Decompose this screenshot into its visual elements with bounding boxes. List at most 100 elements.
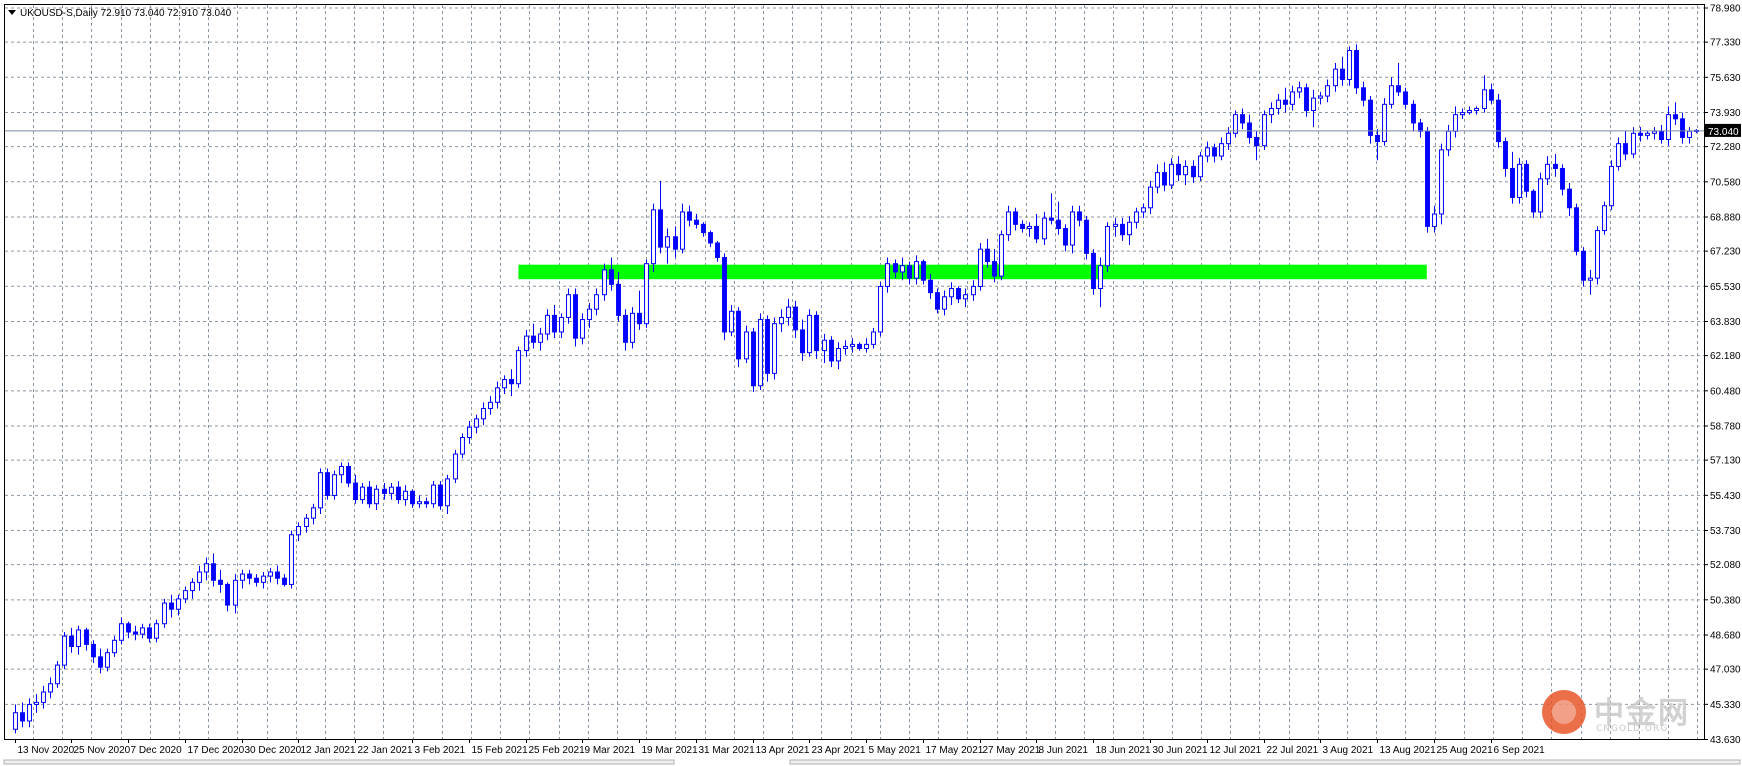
x-tick-label: 25 Feb 2021 bbox=[529, 745, 586, 756]
candle-body bbox=[1645, 132, 1650, 136]
candle-body bbox=[126, 623, 131, 633]
candle-body bbox=[1304, 87, 1309, 112]
candle-body bbox=[488, 401, 493, 410]
candle-body bbox=[1212, 147, 1217, 157]
x-tick-label: 30 Dec 2020 bbox=[245, 745, 302, 756]
candle-body bbox=[453, 453, 458, 480]
current-price-label: 73.040 bbox=[1708, 127, 1739, 138]
candle-body bbox=[304, 517, 309, 527]
candle-body bbox=[573, 294, 578, 339]
candle-body bbox=[84, 629, 89, 645]
candle-body bbox=[1105, 225, 1110, 267]
x-tick-label: 7 Dec 2020 bbox=[131, 745, 183, 756]
x-tick-label: 30 Jun 2021 bbox=[1153, 745, 1208, 756]
candle-body bbox=[105, 652, 110, 668]
candle-body bbox=[509, 379, 514, 385]
candle-body bbox=[211, 563, 216, 581]
candle-body bbox=[91, 643, 96, 658]
candle-body bbox=[1482, 89, 1487, 109]
x-tick-label: 25 Aug 2021 bbox=[1437, 745, 1494, 756]
candle-body bbox=[1049, 217, 1054, 221]
candle-body bbox=[1496, 99, 1501, 143]
candle-body bbox=[701, 223, 706, 234]
candle-body bbox=[162, 602, 167, 625]
candle-body bbox=[623, 314, 628, 343]
candle-body bbox=[949, 288, 954, 298]
candle-body bbox=[1283, 99, 1288, 105]
candle-body bbox=[1113, 223, 1118, 227]
y-tick-label: 55.430 bbox=[1710, 491, 1741, 502]
candle-body bbox=[765, 319, 770, 374]
candle-body bbox=[602, 269, 607, 296]
candle-body bbox=[807, 314, 812, 354]
candle-body bbox=[871, 331, 876, 345]
candle-body bbox=[133, 631, 138, 635]
candle-body bbox=[1680, 118, 1685, 138]
price-chart[interactable]: 78.980 77.330 75.630 73.930 72.280 70.580 68.8… bbox=[0, 0, 1742, 766]
candle-body bbox=[176, 598, 181, 610]
candle-body bbox=[1396, 85, 1401, 93]
y-tick-label: 75.630 bbox=[1710, 73, 1741, 84]
y-tick-label: 68.880 bbox=[1710, 212, 1741, 223]
x-tick-label: 3 Feb 2021 bbox=[415, 745, 466, 756]
x-tick-label: 13 Aug 2021 bbox=[1380, 745, 1437, 756]
y-tick-label: 62.180 bbox=[1710, 351, 1741, 362]
candle-body bbox=[396, 486, 401, 501]
candle-body bbox=[1219, 143, 1224, 157]
candle-body bbox=[190, 581, 195, 592]
candle-body bbox=[218, 579, 223, 585]
candle-body bbox=[1588, 277, 1593, 281]
candle-body bbox=[62, 635, 67, 666]
candle-body bbox=[722, 256, 727, 333]
candle-body bbox=[1361, 87, 1366, 101]
x-tick-label: 25 Nov 2020 bbox=[74, 745, 131, 756]
candle-body bbox=[1687, 130, 1692, 138]
candle-body bbox=[140, 627, 145, 635]
candle-body bbox=[339, 465, 344, 476]
cngold-logo-icon bbox=[1542, 690, 1586, 734]
candle-body bbox=[1176, 163, 1181, 176]
candle-body bbox=[1297, 87, 1302, 93]
candle-body bbox=[814, 314, 819, 352]
candle-body bbox=[1517, 163, 1522, 198]
candle-body bbox=[1623, 143, 1628, 155]
candle-body bbox=[367, 486, 372, 505]
candle-body bbox=[1403, 91, 1408, 105]
candle-body bbox=[1162, 172, 1167, 186]
y-tick-label: 47.030 bbox=[1710, 665, 1741, 676]
candle-body bbox=[41, 691, 46, 703]
candle-body bbox=[1027, 225, 1032, 229]
candle-body bbox=[1183, 165, 1188, 176]
candle-body bbox=[1425, 130, 1430, 227]
x-tick-label: 22 Jul 2021 bbox=[1267, 745, 1319, 756]
candle-body bbox=[1148, 186, 1153, 209]
candle-body bbox=[1510, 167, 1515, 198]
candle-body bbox=[268, 571, 273, 577]
candle-body bbox=[169, 602, 174, 610]
x-tick-label: 23 Apr 2021 bbox=[812, 745, 866, 756]
y-tick-label: 45.330 bbox=[1710, 700, 1741, 711]
support-zone-layer bbox=[518, 264, 1427, 280]
candle-body bbox=[154, 623, 159, 639]
candle-body bbox=[1347, 50, 1352, 80]
candle-body bbox=[431, 484, 436, 505]
candle-body bbox=[55, 664, 60, 685]
candle-body bbox=[744, 331, 749, 360]
bottom-scrollbar-right[interactable] bbox=[789, 759, 1741, 765]
candle-body bbox=[850, 343, 855, 347]
bottom-scrollbar-left[interactable] bbox=[3, 759, 675, 765]
candle-body bbox=[1567, 188, 1572, 209]
y-tick-label: 78.980 bbox=[1710, 3, 1741, 14]
candle-body bbox=[552, 314, 557, 333]
candle-body bbox=[119, 623, 124, 641]
candle-body bbox=[1616, 143, 1621, 167]
candle-body bbox=[1411, 103, 1416, 124]
candle-body bbox=[1318, 95, 1323, 99]
candle-body bbox=[658, 209, 663, 248]
candle-body bbox=[1191, 165, 1196, 178]
candle-body bbox=[538, 333, 543, 343]
candle-body bbox=[956, 288, 961, 300]
candle-body bbox=[502, 379, 507, 389]
candle-body bbox=[793, 306, 798, 331]
candle-body bbox=[1120, 223, 1125, 236]
